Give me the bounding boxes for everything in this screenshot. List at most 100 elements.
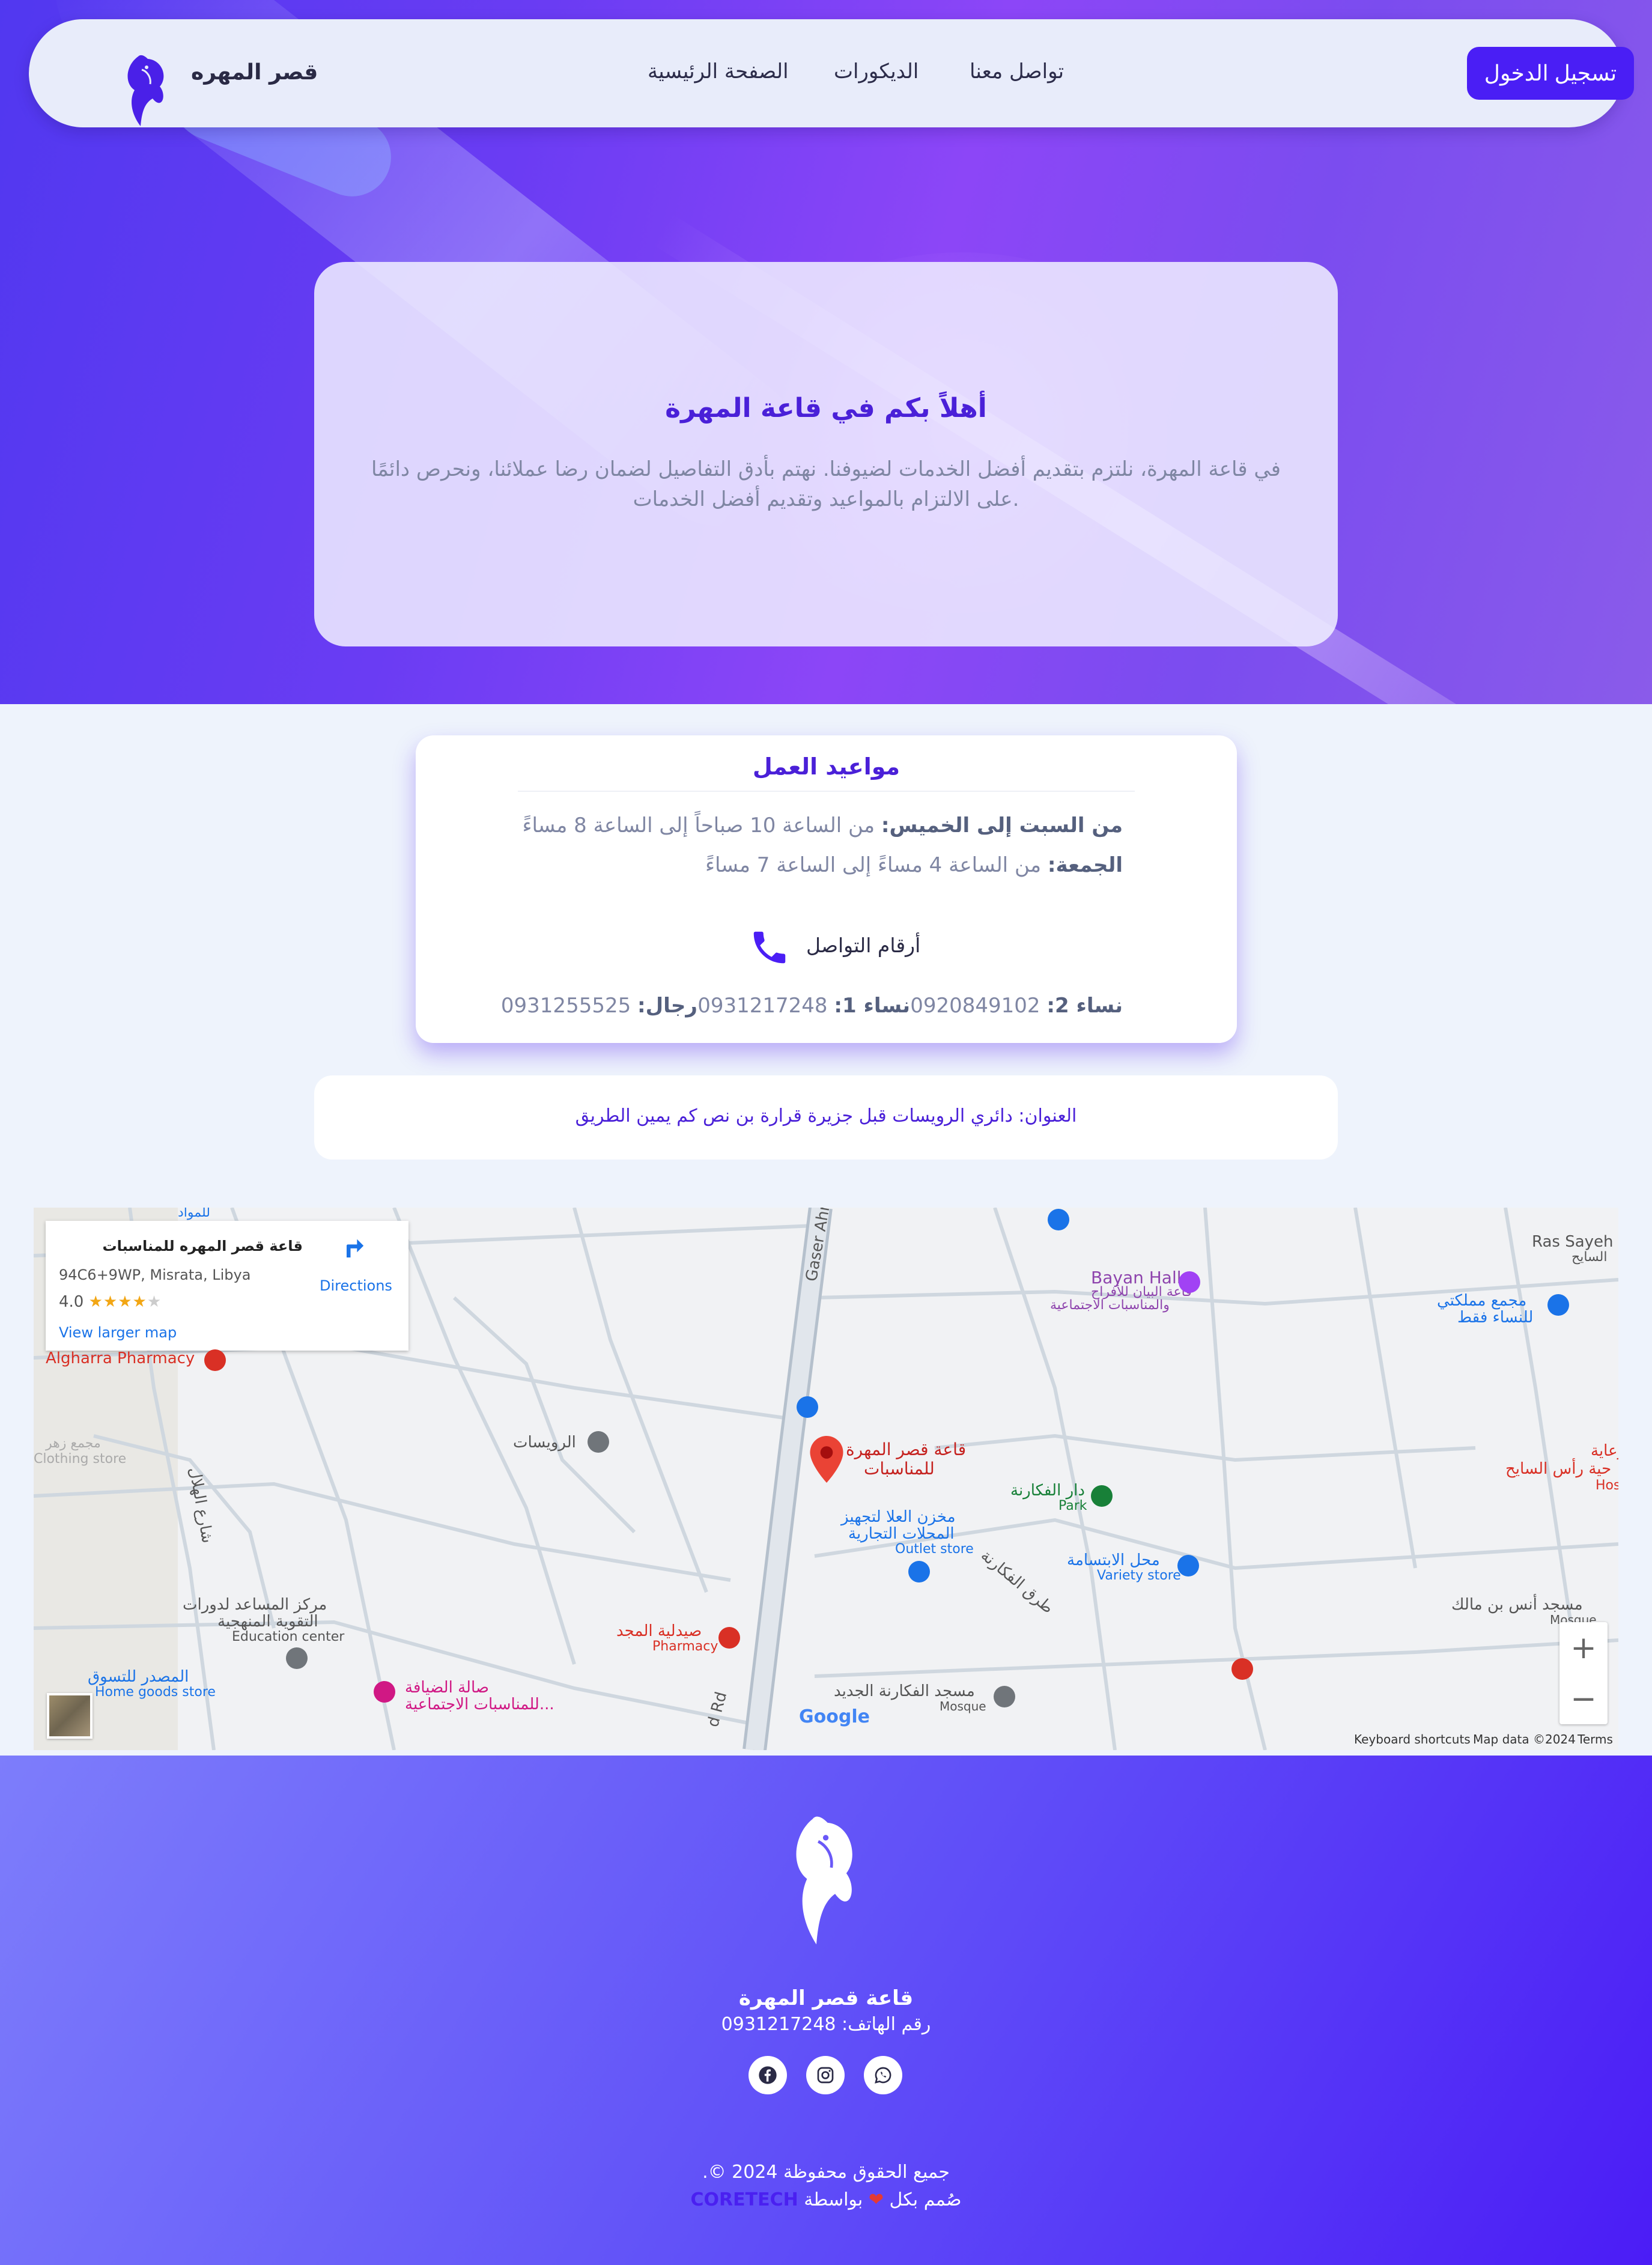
poi-label: المحلات التجارية [848, 1525, 955, 1543]
plus-code: 94C6+9WP, Misrata, Libya [59, 1266, 251, 1283]
keyboard-shortcuts-link[interactable]: Keyboard shortcuts [1354, 1732, 1471, 1747]
phone-entry: رجال: 0931255525 [501, 994, 697, 1018]
poi-label: Variety store [1097, 1568, 1181, 1583]
poi-label: مركز المساعد لدورات [183, 1596, 327, 1614]
poi-label: Education center [232, 1629, 345, 1644]
phone-number[interactable]: 0920849102 [910, 994, 1040, 1018]
poi-label: مسجد الفكارنة الجديد [834, 1682, 975, 1700]
map-zoom-controls: + − [1559, 1622, 1608, 1724]
poi-label: المصدر للتسوق [88, 1668, 189, 1686]
place-pin-icon[interactable] [586, 1430, 610, 1454]
divider [518, 791, 1135, 792]
welcome-text-line: .على الالتزام بالمواعيد وتقديم أفضل الخد… [633, 487, 1019, 511]
welcome-text: في قاعة المهرة، نلتزم بتقديم أفضل الخدما… [362, 454, 1290, 514]
login-button[interactable]: تسجيل الدخول [1467, 47, 1634, 100]
horse-logo-icon[interactable] [120, 53, 172, 130]
poi-label: صالة الضيافة [405, 1679, 489, 1697]
shopping-pin-icon[interactable] [907, 1560, 931, 1584]
poi-label: السايح [1572, 1250, 1608, 1265]
pharmacy-pin-icon[interactable] [717, 1626, 741, 1650]
terms-link[interactable]: Terms [1578, 1732, 1613, 1747]
poi-label: للمناسبات الاجتماعية... [405, 1695, 554, 1713]
marker-label: قاعة قصر المهرة [846, 1440, 967, 1459]
weekday-value: من الساعة 10 صباحاً إلى الساعة 8 مساءً [522, 813, 875, 838]
phone-number[interactable]: 0931217248 [697, 994, 827, 1018]
address-text: العنوان: دائري الرويسات قبل جزيرة قرارة … [575, 1105, 1077, 1126]
working-hours-card: مواعيد العمل من السبت إلى الخميس: من الس… [416, 735, 1237, 1043]
brand-name[interactable]: قصر المهره [191, 60, 318, 85]
poi-label: Algharra Pharmacy [46, 1349, 195, 1367]
credit-brand-link[interactable]: CORETECH [691, 2189, 798, 2210]
phone-number[interactable]: 0931255525 [501, 994, 631, 1018]
shopping-pin-icon[interactable] [1176, 1554, 1200, 1578]
place-name: قاعة قصر المهره للمناسبات [102, 1238, 303, 1254]
poi-label: حية رأس السايح [1505, 1460, 1612, 1478]
credit-prefix: صُمم بكل [889, 2189, 962, 2210]
friday-value: من الساعة 4 مساءً إلى الساعة 7 مساءً [705, 853, 1042, 877]
poi-label: الرعاية [1591, 1442, 1618, 1460]
whatsapp-icon[interactable] [864, 2056, 902, 2094]
google-logo: Google [799, 1706, 870, 1727]
credit-line: صُمم بكل ❤ بواسطة CORETECH [0, 2189, 1652, 2210]
footer-phone: رقم الهاتف: 0931217248 [721, 2014, 931, 2035]
poi-label: للنساء فقط [1457, 1309, 1534, 1327]
phone-icon [753, 931, 786, 964]
welcome-title: أهلاً بكم في قاعة المهرة [665, 393, 987, 424]
phone-label: نساء 2: [1046, 994, 1123, 1018]
poi-label: والمناسبات الاجتماعية [1050, 1298, 1170, 1313]
education-pin-icon[interactable] [285, 1646, 309, 1670]
embedded-map[interactable]: قاعة قصر المهره للمناسبات 94C6+9WP, Misr… [34, 1208, 1618, 1750]
poi-label: للمواد [178, 1208, 210, 1220]
navbar: قصر المهره الصفحة الرئيسية الديكورات توا… [29, 19, 1634, 130]
event-pin-icon[interactable] [372, 1680, 396, 1704]
footer-name: قاعة قصر المهرة [738, 1986, 914, 2010]
directions-link[interactable]: Directions [320, 1277, 392, 1294]
phone-entry: نساء 1: 0931217248 [697, 994, 910, 1018]
weekday-hours: من السبت إلى الخميس: من الساعة 10 صباحاً… [522, 813, 1123, 838]
nav-link-home[interactable]: الصفحة الرئيسية [648, 59, 789, 84]
poi-label: Outlet store [895, 1542, 974, 1557]
park-pin-icon[interactable] [1090, 1484, 1114, 1508]
map-info-panel: قاعة قصر المهره للمناسبات 94C6+9WP, Misr… [46, 1221, 408, 1351]
shopping-pin-icon[interactable] [1046, 1208, 1070, 1232]
hospital-pin-icon[interactable] [1230, 1657, 1254, 1681]
zoom-out-icon[interactable]: − [1559, 1673, 1608, 1724]
marker-label: للمناسبات [864, 1459, 935, 1479]
credit-by: بواسطة [804, 2189, 863, 2210]
view-larger-map-link[interactable]: View larger map [59, 1324, 177, 1341]
shopping-pin-icon[interactable] [795, 1395, 819, 1419]
shopping-pin-icon[interactable] [1546, 1293, 1570, 1317]
welcome-card: أهلاً بكم في قاعة المهرة في قاعة المهرة،… [314, 262, 1338, 646]
nav-link-contact[interactable]: تواصل معنا [970, 59, 1064, 84]
poi-label: Mosque [940, 1699, 986, 1713]
poi-label: الرويسات [513, 1433, 576, 1452]
address-card: العنوان: دائري الرويسات قبل جزيرة قرارة … [314, 1075, 1338, 1160]
satellite-toggle[interactable] [47, 1693, 93, 1739]
footer: قاعة قصر المهرة رقم الهاتف: 0931217248 ج… [0, 1756, 1652, 2265]
nav-link-decorations[interactable]: الديكورات [834, 59, 919, 84]
contact-title: أرقام التواصل [806, 934, 921, 957]
poi-label: Home goods store [95, 1685, 216, 1700]
poi-label: Ras Sayeh N [1532, 1233, 1618, 1251]
directions-icon[interactable] [339, 1234, 370, 1265]
phone-label: نساء 1: [834, 994, 910, 1018]
heart-icon: ❤ [868, 2189, 884, 2210]
poi-label: مجمع زهر [46, 1436, 101, 1451]
instagram-icon[interactable] [806, 2056, 845, 2094]
poi-label: محل الابتسامة [1067, 1551, 1160, 1569]
poi-label: مجمع مملكتي [1437, 1292, 1527, 1310]
zoom-in-icon[interactable]: + [1559, 1622, 1608, 1673]
map-data-label: Map data ©2024 [1473, 1732, 1576, 1747]
poi-label: دار الفكارنة [1010, 1482, 1085, 1500]
map-marker-icon[interactable] [810, 1436, 843, 1483]
hall-pin-icon[interactable] [1177, 1270, 1201, 1294]
friday-label: الجمعة: [1047, 853, 1123, 877]
facebook-icon[interactable] [749, 2056, 787, 2094]
mosque-pin-icon[interactable] [992, 1685, 1016, 1709]
place-rating: 4.0 ★★★★★ [59, 1293, 162, 1311]
phone-entry: نساء 2: 0920849102 [910, 994, 1123, 1018]
poi-label: Pharmacy [652, 1639, 718, 1654]
pharmacy-pin-icon[interactable] [203, 1348, 227, 1372]
poi-label: التقوية المنهجية [217, 1613, 318, 1631]
rating-stars-icon: ★★★★★ [88, 1293, 162, 1311]
